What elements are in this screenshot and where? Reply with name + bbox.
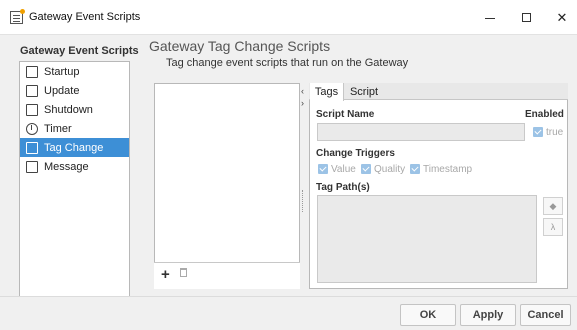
minimize-button[interactable] <box>472 0 508 35</box>
add-icon[interactable]: + <box>161 266 170 283</box>
tag-paths-textarea[interactable] <box>317 195 537 283</box>
browse-tags-button[interactable]: ◆ <box>543 197 563 215</box>
nav-item-timer[interactable]: Timer <box>20 119 129 138</box>
script-icon <box>26 103 38 116</box>
close-button[interactable]: ✕ <box>544 0 577 35</box>
trigger-value-label: Value <box>331 164 356 175</box>
enabled-checkbox[interactable] <box>533 127 543 137</box>
splitter-handle[interactable] <box>302 190 304 212</box>
lambda-icon: λ <box>550 222 556 232</box>
tag-script-list[interactable] <box>154 83 300 289</box>
trigger-timestamp-label: Timestamp <box>423 164 473 175</box>
maximize-icon <box>521 13 531 22</box>
nav-item-label: Update <box>44 84 80 97</box>
cancel-button[interactable]: Cancel <box>520 304 571 326</box>
nav-item-label: Shutdown <box>44 103 93 116</box>
list-toolbar <box>154 262 300 289</box>
minimize-icon <box>485 18 495 19</box>
maximize-button[interactable] <box>508 0 544 35</box>
enabled-value-label: true <box>546 127 564 138</box>
window-title: Gateway Event Scripts <box>29 11 141 23</box>
page-subtitle: Tag change event scripts that run on the… <box>166 57 409 69</box>
app-icon <box>10 9 25 24</box>
clock-icon <box>26 122 38 135</box>
tag-icon: ◆ <box>549 200 557 211</box>
nav-heading: Gateway Event Scripts <box>20 45 139 57</box>
nav-item-startup[interactable]: Startup <box>20 62 129 81</box>
nav-item-update[interactable]: Update <box>20 81 129 100</box>
script-icon <box>26 84 38 97</box>
enabled-label: Enabled <box>525 109 564 120</box>
tab-tags[interactable]: Tags <box>310 83 344 101</box>
trigger-quality-label: Quality <box>374 164 406 175</box>
ok-button[interactable]: OK <box>400 304 456 326</box>
trigger-value-checkbox[interactable] <box>318 164 328 174</box>
script-name-input[interactable] <box>317 123 525 141</box>
event-type-list: Startup Update Shutdown Timer Tag Change… <box>19 61 130 314</box>
nav-item-label: Startup <box>44 65 80 78</box>
page-title: Gateway Tag Change Scripts <box>149 38 331 54</box>
expression-button[interactable]: λ <box>543 218 563 236</box>
delete-icon[interactable] <box>180 268 187 277</box>
nav-item-shutdown[interactable]: Shutdown <box>20 100 129 119</box>
tab-script[interactable]: Script <box>344 83 384 100</box>
tag-paths-label: Tag Path(s) <box>316 182 370 193</box>
script-name-label: Script Name <box>316 109 375 120</box>
nav-item-label: Tag Change <box>44 141 104 154</box>
message-icon <box>26 160 38 173</box>
apply-button[interactable]: Apply <box>460 304 516 326</box>
nav-item-label: Message <box>44 160 89 173</box>
trigger-quality-checkbox[interactable] <box>361 164 371 174</box>
nav-item-tag-change[interactable]: Tag Change <box>20 138 129 157</box>
tag-script-icon <box>26 141 38 154</box>
collapse-left-icon[interactable]: ‹ <box>301 86 304 96</box>
nav-item-label: Timer <box>44 122 72 135</box>
nav-item-message[interactable]: Message <box>20 157 129 176</box>
collapse-right-icon[interactable]: › <box>301 98 304 108</box>
trigger-timestamp-checkbox[interactable] <box>410 164 420 174</box>
change-triggers-label: Change Triggers <box>316 148 395 159</box>
script-icon <box>26 65 38 78</box>
